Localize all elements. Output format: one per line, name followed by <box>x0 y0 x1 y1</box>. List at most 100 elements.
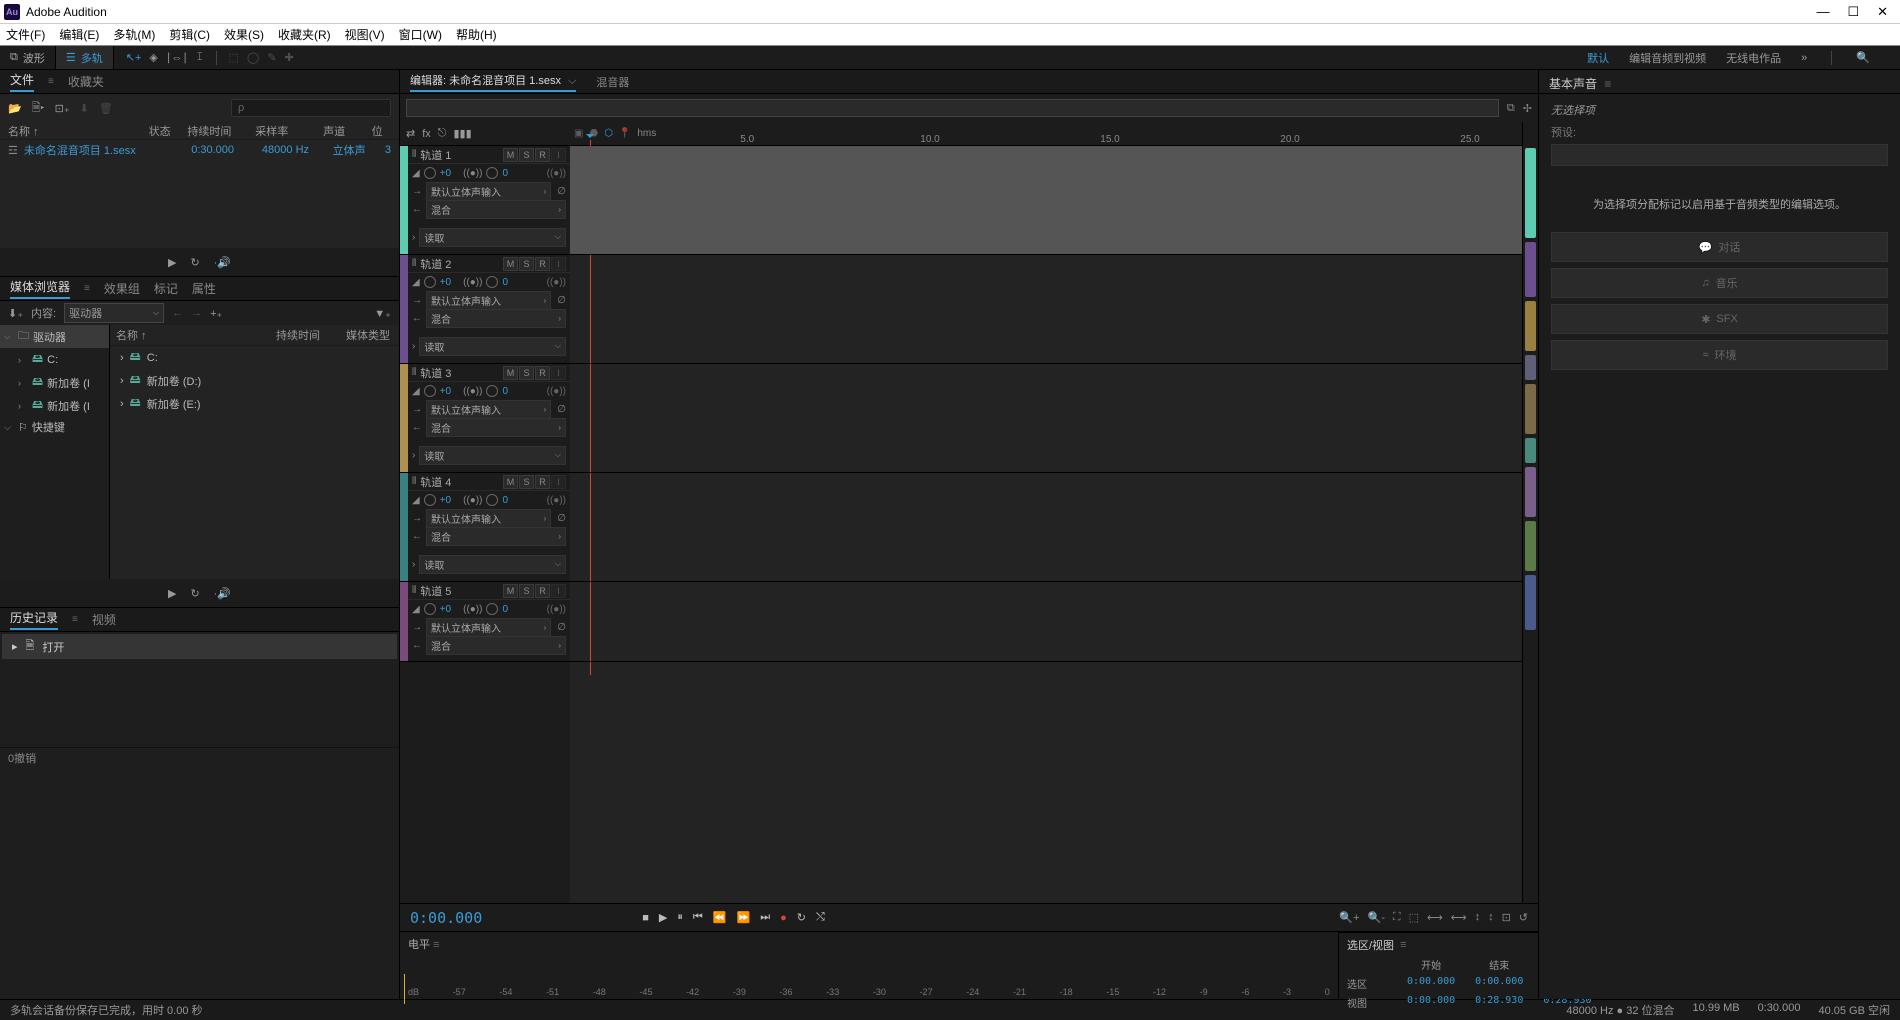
slip-tool-icon[interactable]: ∣⇔∣ <box>166 51 188 64</box>
menu-file[interactable]: 文件(F) <box>6 26 45 43</box>
col-status[interactable]: 状态 <box>149 123 188 139</box>
rewind-button[interactable]: ⏪ <box>713 911 727 924</box>
col-type[interactable]: 媒体类型 <box>346 327 390 343</box>
input-dropdown[interactable]: 默认立体声输入› <box>426 182 551 201</box>
list-item[interactable]: ›🖴C: <box>110 346 399 369</box>
view-start[interactable]: 0:00.000 <box>1407 995 1455 1010</box>
zoom-out-h-icon[interactable]: ↕ <box>1488 911 1494 924</box>
import-icon[interactable]: ⬇₊ <box>8 307 23 320</box>
col-sample[interactable]: 采样率 <box>255 123 323 139</box>
workspace-default[interactable]: 默认 <box>1587 50 1609 66</box>
zoom-in-icon[interactable]: 🔍+ <box>1339 911 1359 924</box>
col-name[interactable]: 名称 ↑ <box>8 123 149 139</box>
col-name[interactable]: 名称 ↑ <box>116 327 276 343</box>
track-header[interactable]: ⫴轨道 1MSRI ◢+0((●))0((●)) →默认立体声输入›∅ ←混合›… <box>400 146 570 255</box>
col-bit[interactable]: 位 <box>372 123 391 139</box>
menu-favorites[interactable]: 收藏夹(R) <box>278 26 331 43</box>
mute-button[interactable]: M <box>503 148 518 162</box>
levels-meter[interactable]: dB-57-54-51-48-45-42-39-36-33-30-27-24-2… <box>400 956 1338 999</box>
play-button[interactable]: ▶ <box>659 911 667 924</box>
track-vscroll[interactable] <box>1522 122 1538 903</box>
arm-button[interactable]: R <box>535 148 550 162</box>
zoom-in-v-icon[interactable]: ⟷ <box>1427 911 1443 924</box>
tab-video[interactable]: 视频 <box>92 611 116 628</box>
close-button[interactable]: ✕ <box>1877 4 1888 20</box>
solo-button[interactable]: S <box>519 148 534 162</box>
menu-multitrack[interactable]: 多轨(M) <box>113 26 155 43</box>
arm-button[interactable]: R <box>535 257 550 271</box>
input-dropdown[interactable]: 默认立体声输入› <box>426 618 551 637</box>
read-dropdown[interactable]: 读取⌵ <box>419 228 566 247</box>
output-dropdown[interactable]: 混合› <box>426 200 566 219</box>
music-button[interactable]: ♫音乐 <box>1551 268 1888 298</box>
minimize-button[interactable]: — <box>1816 4 1829 20</box>
track-lane[interactable] <box>570 364 1522 473</box>
sel-start[interactable]: 0:00.000 <box>1407 976 1455 991</box>
solo-button[interactable]: S <box>519 257 534 271</box>
eq-icon[interactable]: ▮▮▮ <box>453 127 471 140</box>
delete-icon[interactable]: 🗑 <box>99 102 113 115</box>
track-lane[interactable] <box>570 582 1522 662</box>
tree-c[interactable]: ›🖴C: <box>0 348 109 371</box>
pan-knob[interactable] <box>486 167 498 179</box>
stop-button[interactable]: ■ <box>642 912 649 924</box>
menu-clip[interactable]: 剪辑(C) <box>169 26 210 43</box>
snap-icon[interactable]: ▣ <box>574 128 583 139</box>
col-duration[interactable]: 持续时间 <box>187 123 255 139</box>
maximize-button[interactable]: ☐ <box>1847 4 1859 20</box>
panel-menu-icon[interactable]: ≡ <box>84 283 90 294</box>
tab-mixer[interactable]: 混音器 <box>596 74 629 90</box>
volume-knob[interactable] <box>424 276 436 288</box>
add-icon[interactable]: +₊ <box>210 307 222 320</box>
move-tool-icon[interactable]: ↖+ <box>126 51 142 64</box>
menu-effects[interactable]: 效果(S) <box>224 26 264 43</box>
read-dropdown[interactable]: 读取⌵ <box>419 555 566 574</box>
sfx-button[interactable]: ✱SFX <box>1551 304 1888 334</box>
track-header[interactable]: ⫴轨道 3MSRI ◢+0((●))0((●)) →默认立体声输入›∅ ←混合›… <box>400 364 570 473</box>
pause-button[interactable]: ⏸ <box>677 911 683 924</box>
file-row[interactable]: ☲ 未命名混音项目 1.sesx 0:30.000 48000 Hz 立体声 3 <box>0 140 399 160</box>
track-lane[interactable] <box>570 473 1522 582</box>
record-button[interactable]: ● <box>780 912 787 924</box>
volume-knob[interactable] <box>424 494 436 506</box>
marquee-tool-icon[interactable]: ⬚ <box>229 51 239 64</box>
tree-shortcuts[interactable]: ⌵⚐快捷键 <box>0 417 109 437</box>
tab-properties[interactable]: 属性 <box>192 280 216 297</box>
preview-loop-icon[interactable]: ↻ <box>190 256 199 269</box>
workspace-more-icon[interactable]: » <box>1801 52 1807 64</box>
multitrack-mode-button[interactable]: ☰多轨 <box>56 46 114 69</box>
solo-button[interactable]: S <box>519 475 534 489</box>
pan-knob[interactable] <box>486 494 498 506</box>
time-tool-icon[interactable]: 𝙸 <box>196 51 204 64</box>
record-file-icon[interactable]: ⊡₊ <box>55 102 70 115</box>
filter-icon[interactable]: ▼₊ <box>374 307 391 320</box>
menu-view[interactable]: 视图(V) <box>345 26 385 43</box>
content-dropdown[interactable]: 驱动器⌵ <box>64 303 164 323</box>
arm-button[interactable]: R <box>535 366 550 380</box>
zoom-out-icon[interactable]: 🔍- <box>1368 911 1385 924</box>
col-channels[interactable]: 声道 <box>323 123 371 139</box>
workspace-edit-audio-video[interactable]: 编辑音频到视频 <box>1629 50 1706 66</box>
ambience-button[interactable]: ≈环境 <box>1551 340 1888 370</box>
import-icon[interactable]: ⬇ <box>80 102 89 115</box>
preset-dropdown[interactable] <box>1551 144 1888 166</box>
open-file-icon[interactable]: 📂 <box>8 102 22 115</box>
timecode-display[interactable]: 0:00.000 <box>410 909 482 927</box>
col-duration[interactable]: 持续时间 <box>276 327 346 343</box>
track-header[interactable]: ⫴轨道 4MSRI ◢+0((●))0((●)) →默认立体声输入›∅ ←混合›… <box>400 473 570 582</box>
workspace-radio[interactable]: 无线电作品 <box>1726 50 1781 66</box>
volume-knob[interactable] <box>424 603 436 615</box>
waveform-mode-button[interactable]: ⧉波形 <box>0 46 56 69</box>
zoom-full-icon[interactable]: ⛶ <box>1393 911 1401 924</box>
go-end-button[interactable]: ⏭ <box>760 911 770 924</box>
monitor-button[interactable]: I <box>551 366 566 380</box>
spectral-icon[interactable]: ⧉ <box>1507 102 1515 115</box>
razor-tool-icon[interactable]: ◈ <box>149 51 157 64</box>
preview-loop-icon[interactable]: ↻ <box>190 587 199 600</box>
list-item[interactable]: ›🖴新加卷 (E:) <box>110 392 399 415</box>
zoom-in-h-icon[interactable]: ↕ <box>1475 911 1481 924</box>
input-dropdown[interactable]: 默认立体声输入› <box>426 291 551 310</box>
output-dropdown[interactable]: 混合› <box>426 636 566 655</box>
tab-markers[interactable]: 标记 <box>154 280 178 297</box>
skip-button[interactable]: ⤭ <box>816 911 825 924</box>
